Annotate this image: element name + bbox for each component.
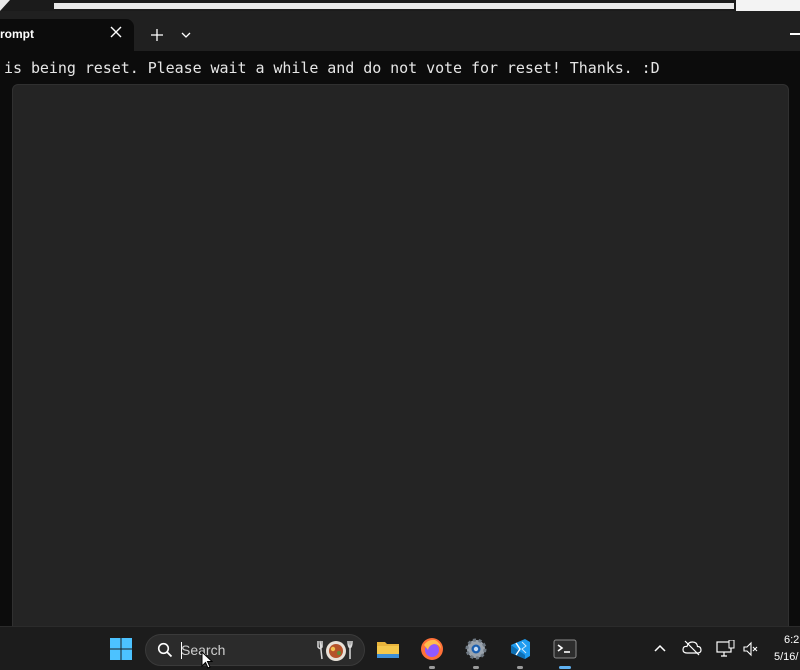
taskbar: 6:2 5/16/	[0, 626, 800, 670]
background-window-corner	[0, 0, 10, 11]
plus-icon[interactable]	[148, 26, 166, 44]
cloud-offline-icon[interactable]	[682, 640, 702, 656]
network-icon[interactable]	[715, 640, 735, 658]
vscode-icon[interactable]	[508, 637, 532, 661]
start-icon[interactable]	[109, 637, 133, 661]
clock-time[interactable]: 6:2	[784, 634, 799, 646]
background-window-edge	[54, 3, 734, 9]
clock-date[interactable]: 5/16/	[774, 651, 798, 663]
file-explorer-icon[interactable]	[376, 637, 400, 661]
search-highlight-icon	[317, 640, 353, 661]
terminal-body[interactable]: is being reset. Please wait a while and …	[0, 51, 800, 646]
taskbar-search[interactable]	[145, 634, 365, 666]
close-icon[interactable]	[108, 24, 124, 40]
text-caret	[181, 642, 182, 659]
chevron-down-icon[interactable]	[179, 28, 193, 42]
terminal-icon[interactable]	[553, 637, 577, 661]
terminal-titlebar: rompt	[0, 11, 800, 51]
mouse-cursor-icon	[201, 651, 214, 669]
background-window-right	[736, 0, 800, 11]
minimize-button[interactable]	[790, 33, 800, 35]
search-input[interactable]	[181, 641, 301, 659]
volume-muted-icon[interactable]	[742, 641, 758, 657]
firefox-icon[interactable]	[420, 637, 444, 661]
terminal-pane[interactable]	[12, 84, 789, 646]
background-window-strip	[0, 0, 800, 11]
search-icon	[157, 642, 173, 658]
tab-title: rompt	[0, 27, 34, 41]
settings-icon[interactable]	[464, 637, 488, 661]
tab-command-prompt[interactable]: rompt	[0, 19, 134, 51]
chevron-up-icon[interactable]	[652, 640, 668, 656]
terminal-output-line: is being reset. Please wait a while and …	[4, 59, 660, 77]
